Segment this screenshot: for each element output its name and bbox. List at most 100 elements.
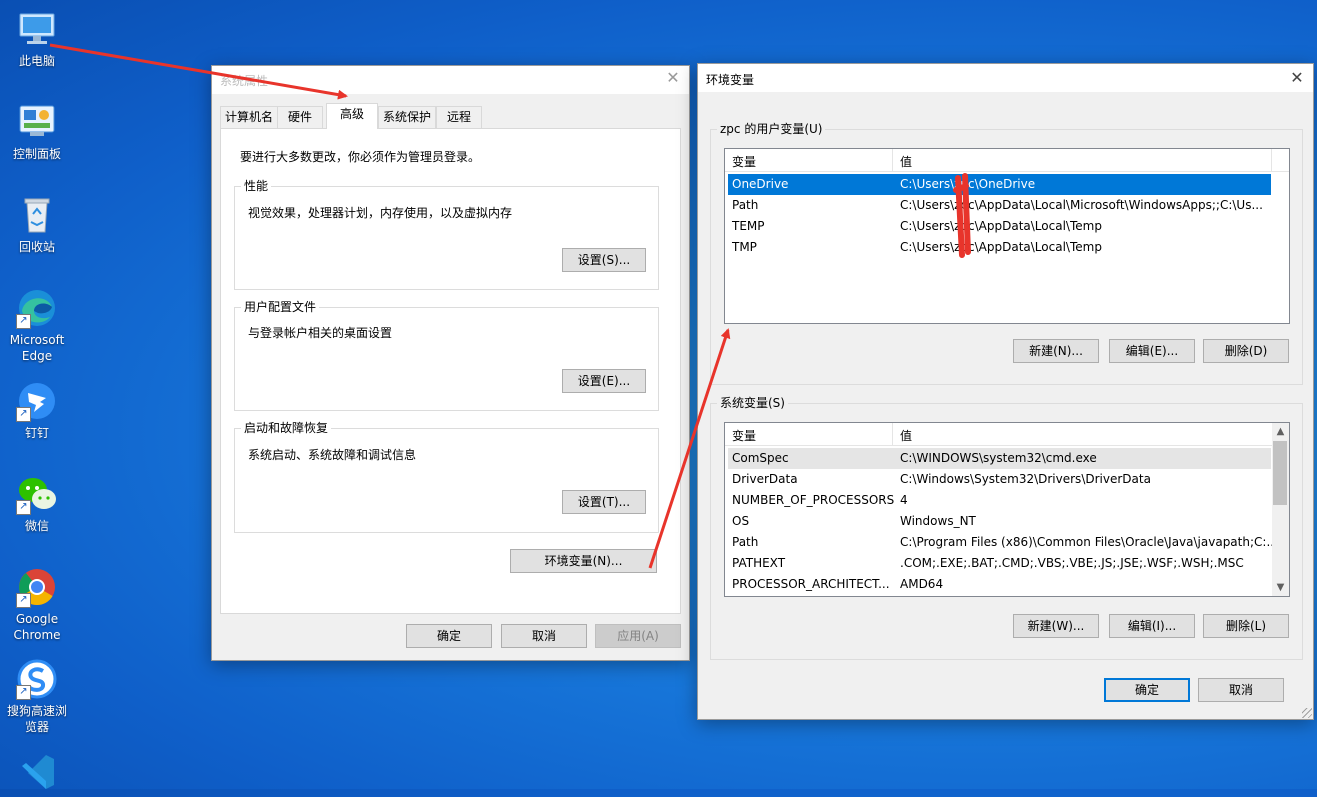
system-delete-button[interactable]: 删除(L): [1203, 614, 1289, 638]
user-variables-group: zpc 的用户变量(U) 变量 值 OneDrive C:\Users\zpc\…: [710, 122, 1303, 385]
desktop-icon-vscode[interactable]: [2, 751, 72, 796]
column-header-variable[interactable]: 变量: [732, 153, 756, 170]
apply-button[interactable]: 应用(A): [595, 624, 681, 648]
environment-variables-window: 环境变量 ✕ zpc 的用户变量(U) 变量 值 OneDrive C:\Use…: [697, 63, 1314, 720]
desktop-icon-label: 搜狗高速浏览器: [6, 704, 67, 734]
list-item[interactable]: NUMBER_OF_PROCESSORS 4: [728, 490, 1271, 511]
user-profile-desc: 与登录帐户相关的桌面设置: [248, 326, 393, 340]
startup-settings-button[interactable]: 设置(T)...: [562, 490, 646, 514]
list-item[interactable]: OS Windows_NT: [728, 511, 1271, 532]
window-title: 环境变量: [706, 73, 755, 87]
column-header-value[interactable]: 值: [900, 153, 912, 170]
ok-button[interactable]: 确定: [1104, 678, 1190, 702]
environment-variables-button[interactable]: 环境变量(N)...: [510, 549, 657, 573]
wechat-icon: ↗: [16, 473, 58, 515]
list-item[interactable]: TMP C:\Users\zpc\AppData\Local\Temp: [728, 237, 1271, 258]
desktop-icon-edge[interactable]: ↗ Microsoft Edge: [2, 287, 72, 364]
list-item[interactable]: ComSpec C:\WINDOWS\system32\cmd.exe: [728, 448, 1271, 469]
desktop-icon-label: 此电脑: [18, 54, 55, 68]
startup-recovery-group: 启动和故障恢复 系统启动、系统故障和调试信息 设置(T)...: [234, 421, 659, 533]
list-item[interactable]: PROCESSOR_ARCHITECT... AMD64: [728, 574, 1271, 595]
desktop-icon-label: Microsoft Edge: [9, 333, 65, 363]
cancel-button[interactable]: 取消: [1198, 678, 1284, 702]
system-new-button[interactable]: 新建(W)...: [1013, 614, 1099, 638]
tab-computer-name[interactable]: 计算机名: [220, 106, 278, 128]
recycle-bin-icon: [16, 194, 58, 236]
dingtalk-icon: ↗: [16, 380, 58, 422]
user-profile-group: 用户配置文件 与登录帐户相关的桌面设置 设置(E)...: [234, 300, 659, 411]
group-label: zpc 的用户变量(U): [717, 122, 826, 136]
scroll-up-icon[interactable]: ▲: [1272, 423, 1289, 440]
system-variables-list[interactable]: 变量 值 ComSpec C:\WINDOWS\system32\cmd.exe…: [724, 422, 1290, 597]
system-edit-button[interactable]: 编辑(I)...: [1109, 614, 1195, 638]
desktop-icon-label: 钉钉: [24, 426, 49, 440]
group-label: 性能: [241, 179, 272, 193]
desktop-icon-chrome[interactable]: ↗ Google Chrome: [2, 566, 72, 643]
group-label: 用户配置文件: [241, 300, 320, 314]
scroll-thumb[interactable]: [1273, 441, 1287, 505]
list-item[interactable]: PATHEXT .COM;.EXE;.BAT;.CMD;.VBS;.VBE;.J…: [728, 553, 1271, 574]
desktop-icon-dingtalk[interactable]: ↗ 钉钉: [2, 380, 72, 441]
list-item[interactable]: TEMP C:\Users\zpc\AppData\Local\Temp: [728, 216, 1271, 237]
vertical-scrollbar[interactable]: ▲ ▼: [1272, 423, 1289, 596]
column-header-value[interactable]: 值: [900, 427, 912, 444]
list-item[interactable]: OneDrive C:\Users\zpc\OneDrive: [728, 174, 1271, 195]
list-header: 变量 值: [725, 149, 1289, 172]
computer-icon: [16, 8, 58, 50]
desktop-icon-this-pc[interactable]: 此电脑: [2, 8, 72, 69]
system-properties-window: 系统属性 ✕ 计算机名 硬件 高级 系统保护 远程 要进行大多数更改，你必须作为…: [211, 65, 690, 661]
desktop-icon-label: 控制面板: [12, 147, 61, 161]
close-icon[interactable]: ✕: [1289, 70, 1305, 86]
edge-icon: ↗: [16, 287, 58, 329]
scroll-down-icon[interactable]: ▼: [1272, 579, 1289, 596]
desktop-icon-sogou-browser[interactable]: ↗ 搜狗高速浏览器: [2, 658, 72, 735]
shortcut-arrow-icon: ↗: [16, 314, 31, 329]
tab-label: 计算机名: [224, 110, 273, 124]
tab-remote[interactable]: 远程: [436, 106, 482, 128]
desktop-icon-control-panel[interactable]: 控制面板: [2, 101, 72, 162]
chrome-icon: ↗: [16, 566, 58, 608]
startup-recovery-desc: 系统启动、系统故障和调试信息: [248, 448, 417, 462]
performance-group: 性能 视觉效果，处理器计划，内存使用，以及虚拟内存 设置(S)...: [234, 179, 659, 290]
desktop-icon-wechat[interactable]: ↗ 微信: [2, 473, 72, 534]
cancel-button[interactable]: 取消: [501, 624, 587, 648]
tab-advanced[interactable]: 高级: [326, 103, 378, 129]
user-variables-list[interactable]: 变量 值 OneDrive C:\Users\zpc\OneDrive Path…: [724, 148, 1290, 324]
close-icon[interactable]: ✕: [665, 70, 681, 86]
column-header-variable[interactable]: 变量: [732, 427, 756, 444]
shortcut-arrow-icon: ↗: [16, 593, 31, 608]
sogou-browser-icon: ↗: [16, 658, 58, 700]
title-bar: 系统属性 ✕: [212, 66, 689, 94]
resize-grip-icon[interactable]: [1302, 708, 1312, 718]
tab-hardware[interactable]: 硬件: [277, 106, 323, 128]
shortcut-arrow-icon: ↗: [16, 685, 31, 700]
tab-label: 远程: [446, 110, 471, 124]
desktop-icon-label: Google Chrome: [13, 612, 61, 642]
tab-system-protection[interactable]: 系统保护: [378, 106, 436, 128]
desktop-icon-recycle-bin[interactable]: 回收站: [2, 194, 72, 255]
group-label: 启动和故障恢复: [241, 421, 332, 435]
title-bar: 环境变量 ✕: [698, 64, 1313, 92]
user-delete-button[interactable]: 删除(D): [1203, 339, 1289, 363]
list-header: 变量 值: [725, 423, 1272, 446]
shortcut-arrow-icon: ↗: [16, 407, 31, 422]
admin-note: 要进行大多数更改，你必须作为管理员登录。: [240, 150, 481, 164]
desktop-icon-label: 微信: [24, 519, 49, 533]
performance-settings-button[interactable]: 设置(S)...: [562, 248, 646, 272]
performance-desc: 视觉效果，处理器计划，内存使用，以及虚拟内存: [248, 206, 513, 220]
vscode-icon: [16, 751, 58, 793]
window-title: 系统属性: [220, 74, 269, 88]
list-item[interactable]: Path C:\Users\zpc\AppData\Local\Microsof…: [728, 195, 1271, 216]
user-profile-settings-button[interactable]: 设置(E)...: [562, 369, 646, 393]
group-label: 系统变量(S): [717, 396, 788, 410]
user-edit-button[interactable]: 编辑(E)...: [1109, 339, 1195, 363]
system-variables-group: 系统变量(S) 变量 值 ComSpec C:\WINDOWS\system32…: [710, 396, 1303, 660]
tab-label: 硬件: [287, 110, 312, 124]
desktop-icon-label: 回收站: [18, 240, 55, 254]
ok-button[interactable]: 确定: [406, 624, 492, 648]
list-item[interactable]: Path C:\Program Files (x86)\Common Files…: [728, 532, 1278, 553]
tab-label: 高级: [339, 107, 364, 121]
user-new-button[interactable]: 新建(N)...: [1013, 339, 1099, 363]
list-item[interactable]: DriverData C:\Windows\System32\Drivers\D…: [728, 469, 1271, 490]
shortcut-arrow-icon: ↗: [16, 500, 31, 515]
